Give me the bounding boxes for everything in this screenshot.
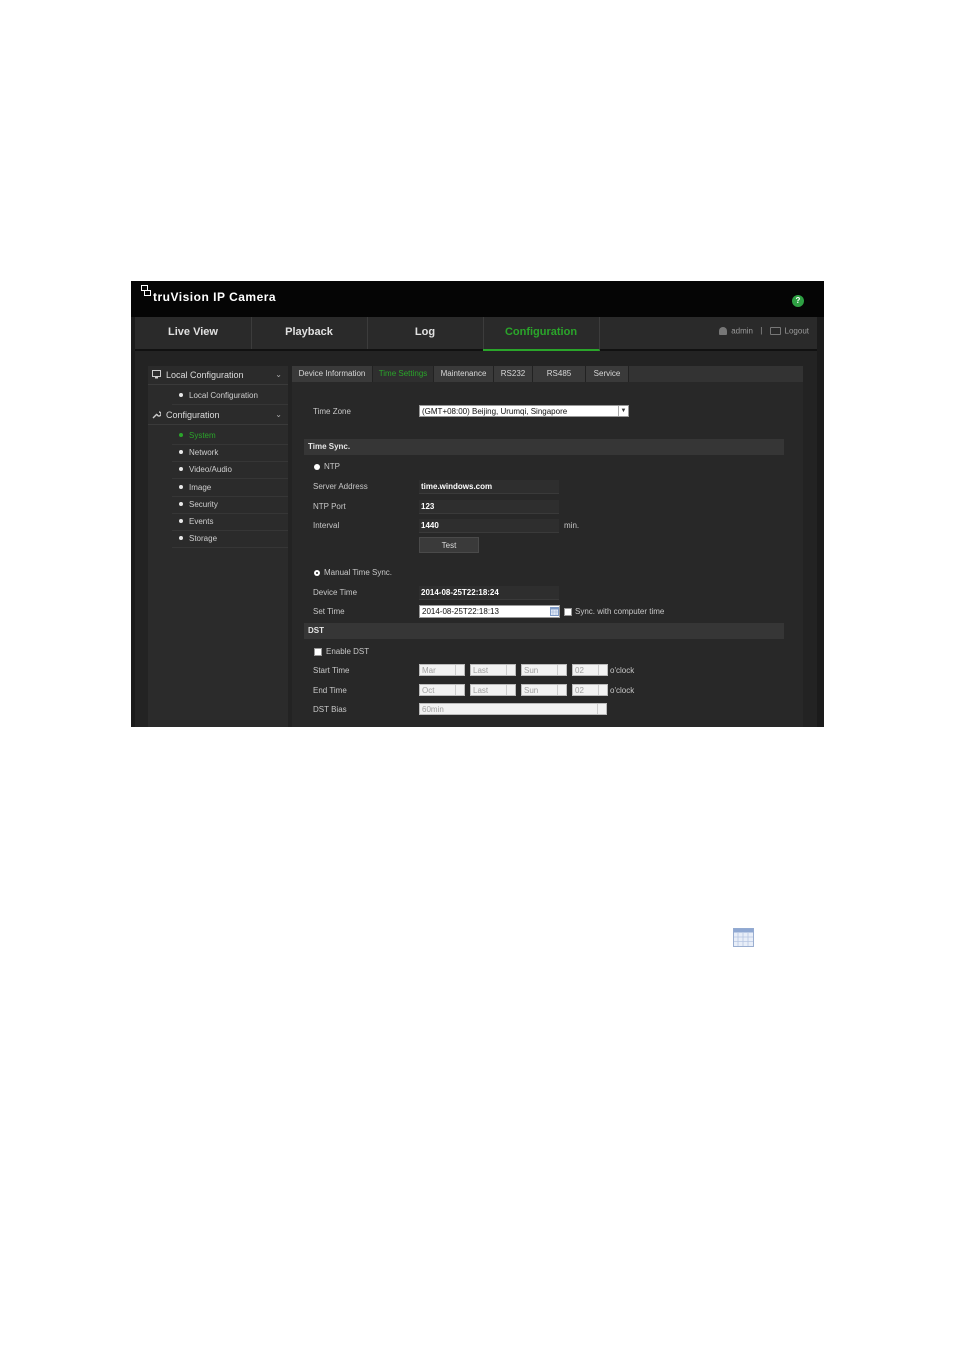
end-day-select[interactable]: Sun (521, 684, 567, 696)
top-bar: truVision IP Camera ? (131, 281, 824, 317)
nav-tab-playback[interactable]: Playback (251, 317, 368, 349)
tab-maintenance[interactable]: Maintenance (434, 366, 494, 382)
help-icon[interactable]: ? (792, 295, 804, 307)
sidebar-item-security[interactable]: Security (172, 497, 288, 514)
time-sync-section: Time Sync. (304, 439, 784, 455)
user-area: admin | Logout (719, 326, 809, 335)
truvision-logo-icon (141, 285, 151, 296)
start-day-select[interactable]: Sun (521, 664, 567, 676)
logout-link[interactable]: Logout (785, 326, 809, 335)
tab-service[interactable]: Service (586, 366, 629, 382)
manual-sync-radio[interactable] (314, 570, 320, 576)
interval-label: Interval (313, 521, 340, 530)
end-month-select[interactable]: Oct (419, 684, 465, 696)
server-address-label: Server Address (313, 482, 368, 491)
monitor-icon (152, 370, 161, 379)
sidebar-heading-label: Local Configuration (166, 370, 244, 380)
tab-device-information[interactable]: Device Information (292, 366, 373, 382)
tab-time-settings[interactable]: Time Settings (373, 366, 434, 382)
time-zone-value: (GMT+08:00) Beijing, Urumqi, Singapore (422, 407, 568, 416)
ntp-label: NTP (324, 462, 340, 471)
end-oclock-label: o'clock (610, 686, 635, 695)
ntp-port-input[interactable]: 123 (419, 500, 559, 514)
start-month-select[interactable]: Mar (419, 664, 465, 676)
set-time-label: Set Time (313, 607, 345, 616)
sidebar-item-system[interactable]: System (172, 428, 288, 445)
chevron-down-icon: ⌄ (275, 410, 282, 419)
app-brand: truVision IP Camera (153, 290, 277, 304)
logout-icon (769, 326, 781, 335)
sidebar-item-storage[interactable]: Storage (172, 531, 288, 548)
nav-tab-log[interactable]: Log (367, 317, 484, 349)
set-time-value: 2014-08-25T22:18:13 (422, 607, 499, 616)
tab-rs232[interactable]: RS232 (494, 366, 533, 382)
user-icon (719, 326, 728, 335)
sync-computer-label: Sync. with computer time (575, 607, 665, 616)
dst-bias-label: DST Bias (313, 705, 347, 714)
settings-panel: Device Information Time Settings Mainten… (292, 366, 803, 727)
set-time-input[interactable]: 2014-08-25T22:18:13 (419, 605, 560, 618)
start-time-label: Start Time (313, 666, 350, 675)
start-oclock-label: o'clock (610, 666, 635, 675)
user-separator: | (760, 326, 763, 336)
end-week-select[interactable]: Last (470, 684, 516, 696)
start-hour-select[interactable]: 02 (572, 664, 608, 676)
sidebar-item-label: Network (189, 448, 219, 457)
ntp-radio[interactable] (314, 464, 320, 470)
sidebar: Local Configuration ⌄ Local Configuratio… (148, 366, 288, 727)
sidebar-item-image[interactable]: Image (172, 480, 288, 497)
start-week-select[interactable]: Last (470, 664, 516, 676)
ntp-port-label: NTP Port (313, 502, 346, 511)
sidebar-item-label: Local Configuration (189, 391, 258, 400)
username: admin (731, 326, 753, 336)
sidebar-item-label: Image (189, 483, 212, 492)
end-time-label: End Time (313, 686, 347, 695)
sidebar-heading-local-configuration[interactable]: Local Configuration ⌄ (148, 366, 288, 385)
dst-bias-select[interactable]: 60min (419, 703, 607, 715)
enable-dst-label: Enable DST (326, 647, 370, 656)
interval-input[interactable]: 1440 (419, 519, 559, 533)
sidebar-heading-label: Configuration (166, 410, 220, 420)
end-hour-select[interactable]: 02 (572, 684, 608, 696)
sidebar-item-events[interactable]: Events (172, 514, 288, 531)
device-time-label: Device Time (313, 588, 358, 597)
sub-tabs: Device Information Time Settings Mainten… (292, 366, 803, 382)
sidebar-item-label: Storage (189, 534, 218, 543)
server-address-input[interactable]: time.windows.com (419, 480, 559, 494)
sidebar-item-label: Events (189, 517, 214, 526)
sync-computer-checkbox[interactable] (564, 608, 572, 616)
nav-tab-configuration[interactable]: Configuration (483, 317, 600, 351)
chevron-down-icon: ⌄ (275, 370, 282, 379)
tab-rs485[interactable]: RS485 (533, 366, 586, 382)
time-zone-select[interactable]: (GMT+08:00) Beijing, Urumqi, Singapore ▼ (419, 405, 629, 417)
page-body: Local Configuration ⌄ Local Configuratio… (135, 351, 817, 727)
dropdown-arrow-icon: ▼ (618, 406, 628, 416)
calendar-icon[interactable] (550, 607, 559, 616)
calendar-icon (733, 928, 754, 947)
camera-web-ui: truVision IP Camera ? Live View Playback… (131, 281, 824, 727)
sidebar-item-label: Security (189, 500, 218, 509)
sidebar-item-label: System (189, 431, 216, 440)
sidebar-item-video-audio[interactable]: Video/Audio (172, 462, 288, 479)
sidebar-item-local-configuration[interactable]: Local Configuration (172, 388, 288, 405)
sidebar-item-label: Video/Audio (189, 465, 232, 474)
wrench-icon (152, 411, 161, 419)
sidebar-item-network[interactable]: Network (172, 445, 288, 462)
main-nav: Live View Playback Log Configuration adm… (135, 317, 817, 351)
time-zone-label: Time Zone (313, 407, 351, 416)
manual-sync-label: Manual Time Sync. (324, 568, 393, 577)
device-time-value: 2014-08-25T22:18:24 (419, 586, 559, 600)
sidebar-heading-configuration[interactable]: Configuration ⌄ (148, 406, 288, 425)
interval-unit: min. (564, 521, 580, 530)
test-button[interactable]: Test (419, 537, 479, 553)
dst-section: DST (304, 623, 784, 639)
nav-tab-live-view[interactable]: Live View (135, 317, 252, 349)
enable-dst-checkbox[interactable] (314, 648, 322, 656)
